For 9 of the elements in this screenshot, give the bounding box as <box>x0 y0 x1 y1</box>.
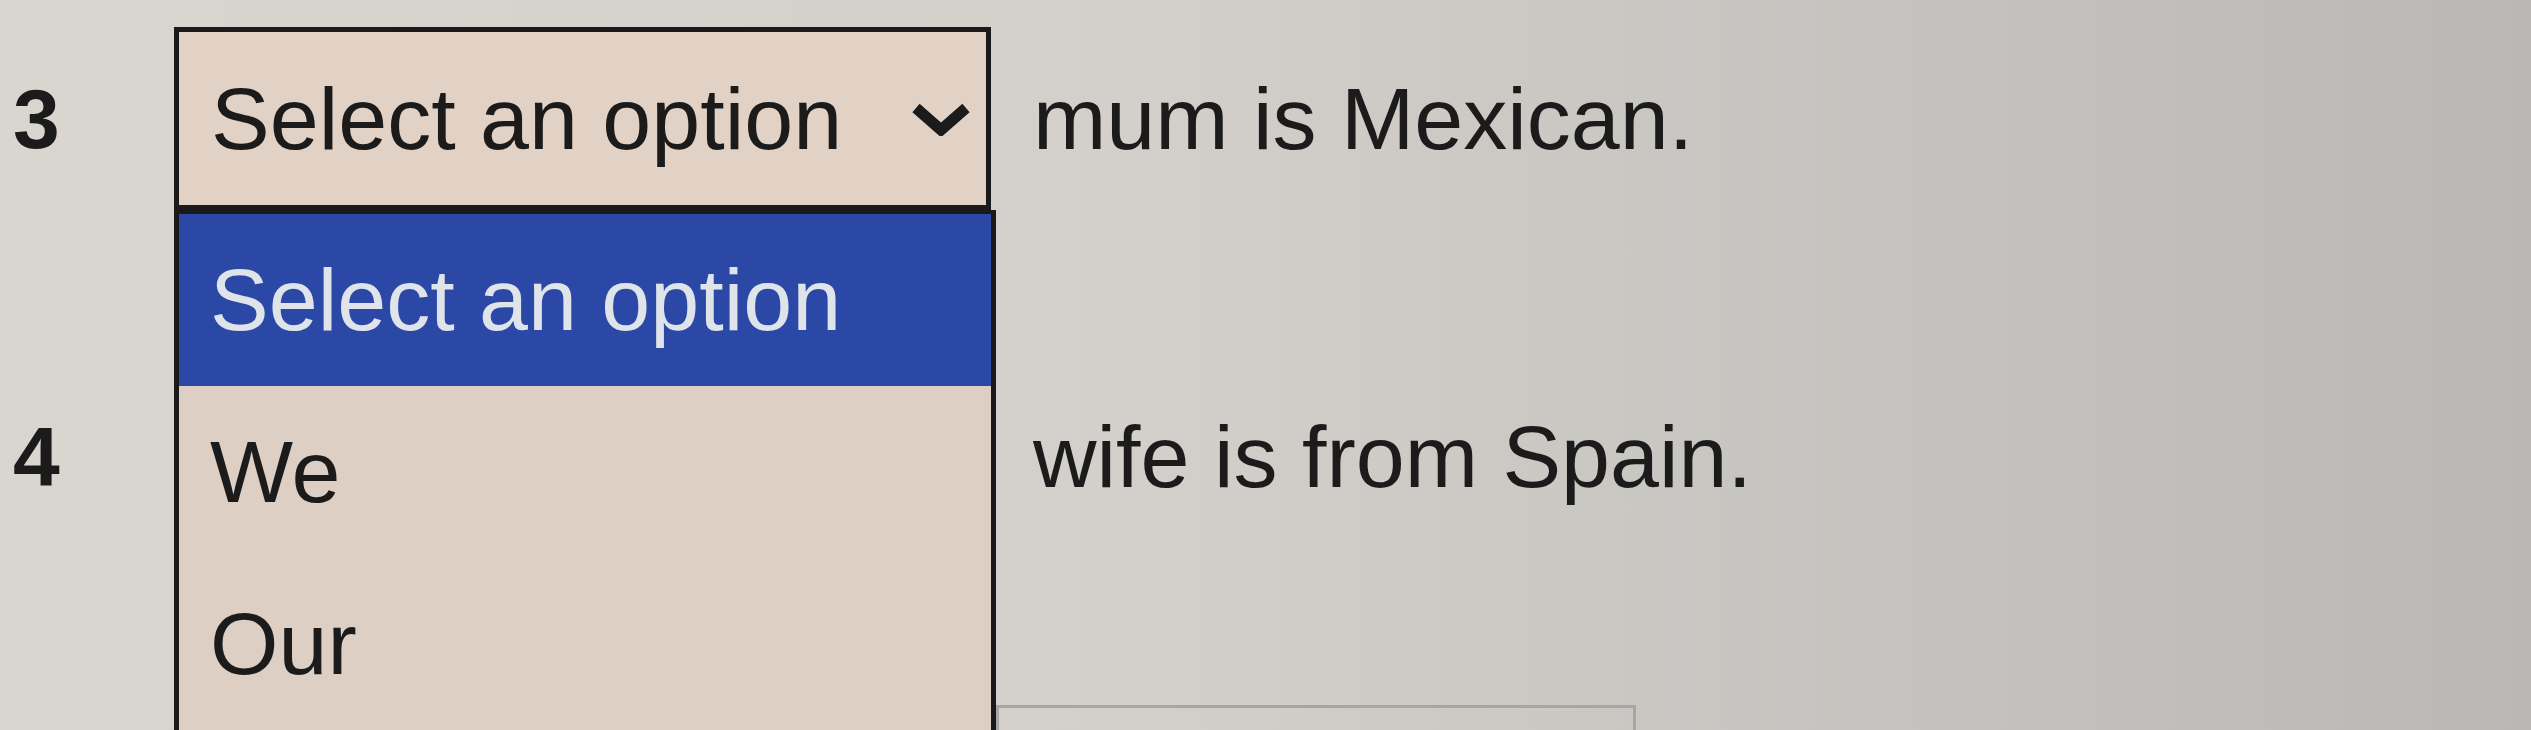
sentence-text: mum is Mexican. <box>1033 74 1694 163</box>
chevron-down-icon <box>910 101 972 136</box>
question-number: 3 <box>13 76 60 161</box>
question-number: 4 <box>13 415 60 499</box>
dropdown-option[interactable]: We <box>179 386 991 558</box>
dropdown-option[interactable]: Select an option <box>179 214 991 386</box>
dropdown-option[interactable]: Our <box>179 558 991 730</box>
input-field[interactable] <box>996 705 1636 730</box>
select-dropdown[interactable]: Select an option <box>174 27 991 210</box>
